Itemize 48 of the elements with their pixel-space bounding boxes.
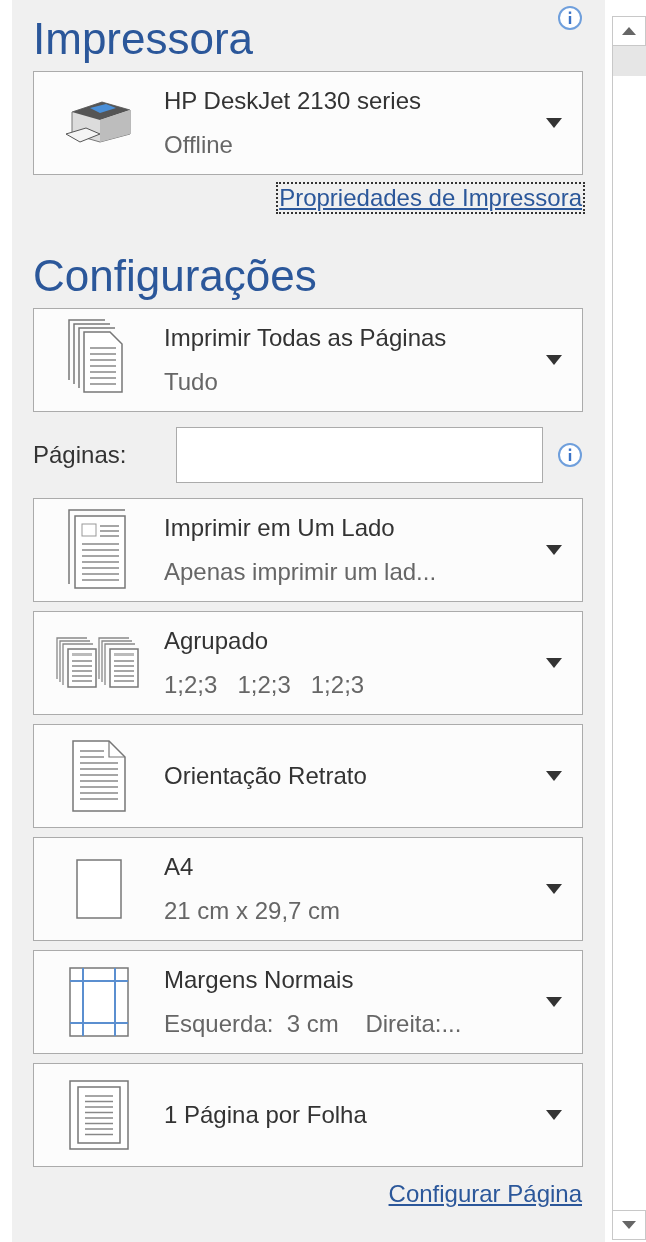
printer-properties-link[interactable]: Propriedades de Impressora [278,184,583,212]
option-title: HP DeskJet 2130 series [164,87,422,115]
option-subtitle: 21 cm x 29,7 cm [164,897,342,925]
dropdown[interactable]: Imprimir em Um Lado Apenas imprimir um lad... [33,498,583,602]
caret-icon [546,1110,562,1120]
caret-icon [546,997,562,1007]
option-title: 1 Página por Folha [164,1101,368,1129]
info-icon[interactable] [557,5,583,31]
option-subtitle: Apenas imprimir um lad... [164,558,438,586]
option-subtitle: Offline [164,131,234,159]
option-title: Imprimir Todas as Páginas [164,324,448,352]
scroll-down-button[interactable] [612,1210,646,1240]
scrollbar-thumb[interactable] [613,46,646,76]
dropdown[interactable]: Orientação Retrato [33,724,583,828]
page-setup-link[interactable]: Configurar Página [387,1180,583,1208]
option-title: Agrupado [164,627,270,655]
caret-icon [546,355,562,365]
scroll-up-button[interactable] [612,16,646,46]
caret-icon [546,884,562,894]
option-title: Orientação Retrato [164,762,368,790]
option-title: Margens Normais [164,966,355,994]
caret-icon [546,658,562,668]
dropdown[interactable]: HP DeskJet 2130 series Offline [33,71,583,175]
dropdown[interactable]: Margens Normais Esquerda: 3 cm Direita:... [33,950,583,1054]
dropdown[interactable]: 1 Página por Folha [33,1063,583,1167]
paper-size-icon [76,859,122,919]
info-icon[interactable] [557,442,583,468]
caret-icon [546,771,562,781]
option-subtitle: Esquerda: 3 cm Direita:... [164,1010,463,1038]
section-heading: Configurações [33,250,317,302]
down-arrow-icon [622,1221,636,1229]
dropdown[interactable]: Agrupado 1;2;3 1;2;3 1;2;3 [33,611,583,715]
up-arrow-icon [622,27,636,35]
option-subtitle: Tudo [164,368,219,396]
caret-icon [546,118,562,128]
dropdown[interactable]: A4 21 cm x 29,7 cm [33,837,583,941]
field-label: Páginas: [33,441,128,469]
dropdown[interactable]: Imprimir Todas as Páginas Tudo [33,308,583,412]
portrait-page-icon [71,739,127,813]
section-heading: Impressora [33,13,254,65]
option-title: A4 [164,853,195,881]
page-per-sheet-icon [69,1080,129,1150]
collated-pages-icon [56,637,142,689]
caret-icon [546,545,562,555]
option-subtitle: 1;2;3 1;2;3 1;2;3 [164,671,366,699]
margins-icon [69,967,129,1037]
option-title: Imprimir em Um Lado [164,514,396,542]
pages-input-field[interactable] [176,427,543,483]
